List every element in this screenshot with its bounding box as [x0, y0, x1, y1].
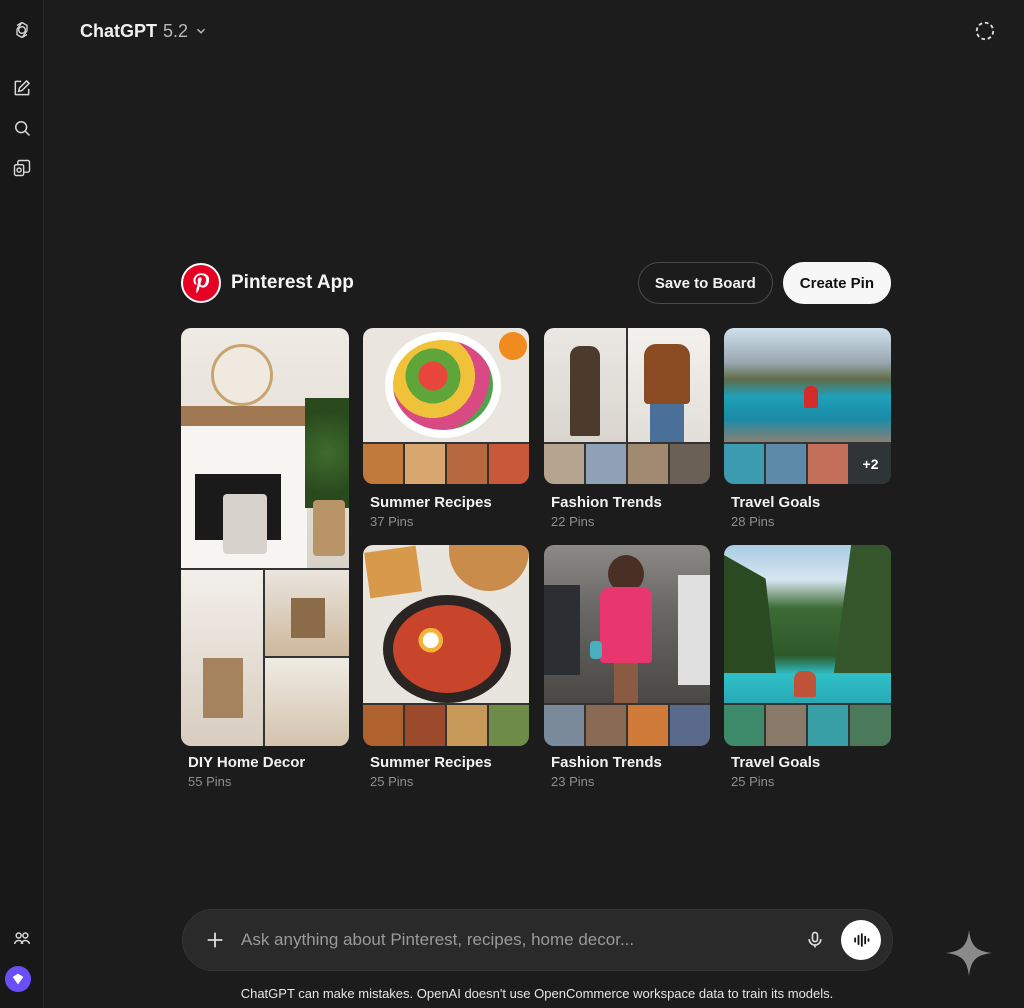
board-cover-image [363, 328, 529, 484]
sidebar [0, 0, 44, 1008]
composer [182, 909, 893, 971]
app-title: Pinterest App [231, 272, 354, 293]
microphone-icon [808, 931, 822, 948]
board-pin-count: 37 Pins [370, 514, 414, 529]
save-to-board-button[interactable]: Save to Board [637, 262, 773, 304]
board-name: Travel Goals [731, 494, 821, 511]
board-cover-image [544, 328, 710, 484]
board-name: Fashion Trends [551, 754, 662, 771]
create-pin-button[interactable]: Create Pin [782, 262, 891, 304]
board-card[interactable]: +2 Travel Goals 28 Pins [724, 328, 891, 532]
board-card[interactable]: Fashion Trends 23 Pins [544, 545, 710, 790]
board-cover-image [724, 545, 891, 746]
board-name: Fashion Trends [551, 494, 662, 511]
disclaimer: ChatGPT can make mistakes. OpenAI doesn'… [240, 986, 834, 1001]
group-icon[interactable] [0, 922, 44, 954]
waveform-icon [854, 933, 870, 947]
board-pin-count: 55 Pins [188, 774, 232, 789]
board-pin-count: 25 Pins [370, 774, 414, 789]
model-selector[interactable]: ChatGPT 5.2 [80, 18, 208, 44]
model-version: 5.2 [163, 20, 189, 41]
message-input[interactable] [241, 920, 799, 960]
more-pins-badge: +2 [850, 444, 891, 484]
board-pin-count: 25 Pins [731, 774, 775, 789]
board-name: DIY Home Decor [188, 754, 306, 771]
board-pin-count: 23 Pins [551, 774, 595, 789]
new-chat-icon[interactable] [0, 72, 44, 104]
library-icon[interactable] [0, 152, 44, 184]
chevron-down-icon [197, 28, 206, 34]
pinterest-logo-icon [181, 263, 221, 303]
openai-logo-icon[interactable] [0, 14, 44, 46]
board-name: Summer Recipes [370, 494, 492, 511]
board-card[interactable]: Fashion Trends 22 Pins [544, 328, 710, 532]
board-pin-count: 28 Pins [731, 514, 775, 529]
add-attachment-button[interactable] [195, 920, 235, 960]
board-card[interactable]: Travel Goals 25 Pins [724, 545, 891, 790]
board-card[interactable]: DIY Home Decor 55 Pins [181, 328, 349, 790]
temporary-chat-icon[interactable] [972, 18, 998, 44]
dictate-button[interactable] [799, 924, 831, 956]
plus-icon [207, 932, 223, 948]
board-pin-count: 22 Pins [551, 514, 595, 529]
app-header: Pinterest App Save to Board Create Pin [181, 262, 891, 304]
model-name: ChatGPT [80, 20, 158, 41]
board-cover-image: +2 [724, 328, 891, 484]
search-icon[interactable] [0, 112, 44, 144]
board-name: Summer Recipes [370, 754, 492, 771]
sparkle-icon [946, 930, 992, 976]
voice-mode-button[interactable] [841, 920, 881, 960]
board-cover-image [544, 545, 710, 746]
board-name: Travel Goals [731, 754, 821, 771]
board-card[interactable]: Summer Recipes 25 Pins [363, 545, 529, 790]
board-card[interactable]: Summer Recipes 37 Pins [363, 328, 529, 532]
board-cover-image [181, 328, 349, 746]
board-cover-image [363, 545, 529, 746]
